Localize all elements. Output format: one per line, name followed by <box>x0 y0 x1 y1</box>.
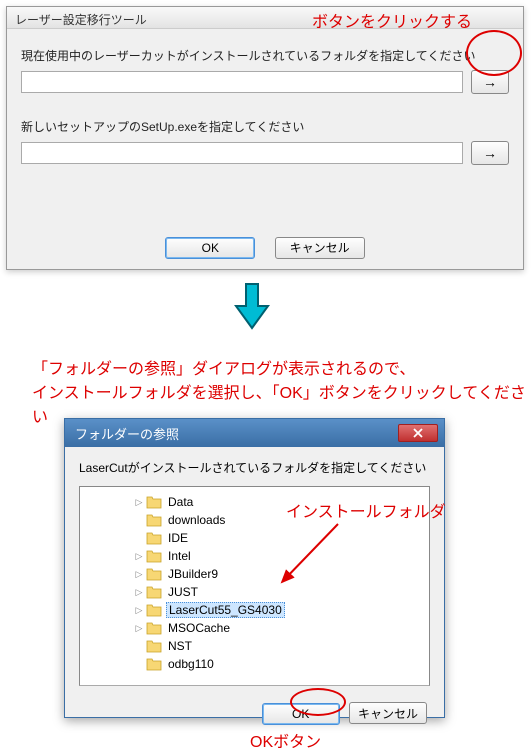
tree-item-label: NST <box>166 639 194 653</box>
tree-item-intel[interactable]: ▷ Intel <box>84 547 425 565</box>
tree-item-ide[interactable]: IDE <box>84 529 425 547</box>
folder-icon <box>146 531 162 545</box>
current-folder-input[interactable] <box>21 71 463 93</box>
folder-icon <box>146 621 162 635</box>
folder-icon <box>146 567 162 581</box>
folder-icon <box>146 513 162 527</box>
expand-triangle-icon[interactable]: ▷ <box>134 623 144 634</box>
tree-item-label: Intel <box>166 549 193 563</box>
instruction-line-1: 「フォルダーの参照」ダイアログが表示されるので、 <box>32 358 532 382</box>
expand-triangle-icon[interactable]: ▷ <box>134 587 144 598</box>
folder-icon <box>146 549 162 563</box>
tree-item-label: odbg110 <box>166 657 216 671</box>
tree-item-just[interactable]: ▷ JUST <box>84 583 425 601</box>
tree-item-nst[interactable]: NST <box>84 637 425 655</box>
tree-item-label: downloads <box>166 513 227 527</box>
expand-triangle-icon[interactable]: ▷ <box>134 605 144 616</box>
circle-ok-button <box>290 688 346 716</box>
setup-exe-input[interactable] <box>21 142 463 164</box>
folder-icon <box>146 495 162 509</box>
tree-item-label: LaserCut55_GS4030 <box>166 602 285 618</box>
tree-item-label: MSOCache <box>166 621 232 635</box>
down-arrow-icon <box>232 282 272 330</box>
cancel-button[interactable]: キャンセル <box>275 237 365 259</box>
folder-dialog-title: フォルダーの参照 <box>75 424 179 443</box>
tree-item-jbuilder9[interactable]: ▷ JBuilder9 <box>84 565 425 583</box>
expand-triangle-icon[interactable]: ▷ <box>134 497 144 508</box>
close-button[interactable] <box>398 424 438 442</box>
tree-item-odbg110[interactable]: odbg110 <box>84 655 425 673</box>
folder-icon <box>146 603 162 617</box>
annotation-click-button: ボタンをクリックする <box>312 8 472 32</box>
expand-triangle-icon[interactable]: ▷ <box>134 569 144 580</box>
folder-cancel-button[interactable]: キャンセル <box>349 702 427 724</box>
ok-button[interactable]: OK <box>165 237 255 259</box>
folder-icon <box>146 585 162 599</box>
tree-item-label: JBuilder9 <box>166 567 220 581</box>
folder-dialog-body: LaserCutがインストールされているフォルダを指定してください ▷ Data d… <box>65 447 444 694</box>
tree-item-label: JUST <box>166 585 200 599</box>
tree-item-label: Data <box>166 495 195 509</box>
circle-browse-button <box>466 30 522 76</box>
browse-setup-button[interactable]: → <box>471 141 509 165</box>
annotation-install-folder: インストールフォルダ <box>286 498 446 522</box>
dialog1-button-row: OK キャンセル <box>7 237 523 260</box>
folder-dialog-label: LaserCutがインストールされているフォルダを指定してください <box>79 459 430 476</box>
folder-icon <box>146 639 162 653</box>
folder-dialog-titlebar: フォルダーの参照 <box>65 419 444 447</box>
migration-tool-dialog: レーザー設定移行ツール 現在使用中のレーザーカットがインストールされているフォル… <box>6 6 524 270</box>
folder-browse-dialog: フォルダーの参照 LaserCutがインストールされているフォルダを指定してくだ… <box>64 418 445 718</box>
expand-triangle-icon[interactable]: ▷ <box>134 551 144 562</box>
dialog-body: 現在使用中のレーザーカットがインストールされているフォルダを指定してください →… <box>7 29 523 269</box>
tree-item-msocache[interactable]: ▷ MSOCache <box>84 619 425 637</box>
setup-exe-label: 新しいセットアップのSetUp.exeを指定してください <box>21 118 509 135</box>
folder-icon <box>146 657 162 671</box>
current-folder-row: → <box>21 70 509 94</box>
annotation-ok-button: OKボタン <box>250 728 321 752</box>
tree-item-label: IDE <box>166 531 190 545</box>
current-folder-label: 現在使用中のレーザーカットがインストールされているフォルダを指定してください <box>21 47 509 64</box>
tree-item-lasercut55-gs4030[interactable]: ▷ LaserCut55_GS4030 <box>84 601 425 619</box>
setup-exe-row: → <box>21 141 509 165</box>
